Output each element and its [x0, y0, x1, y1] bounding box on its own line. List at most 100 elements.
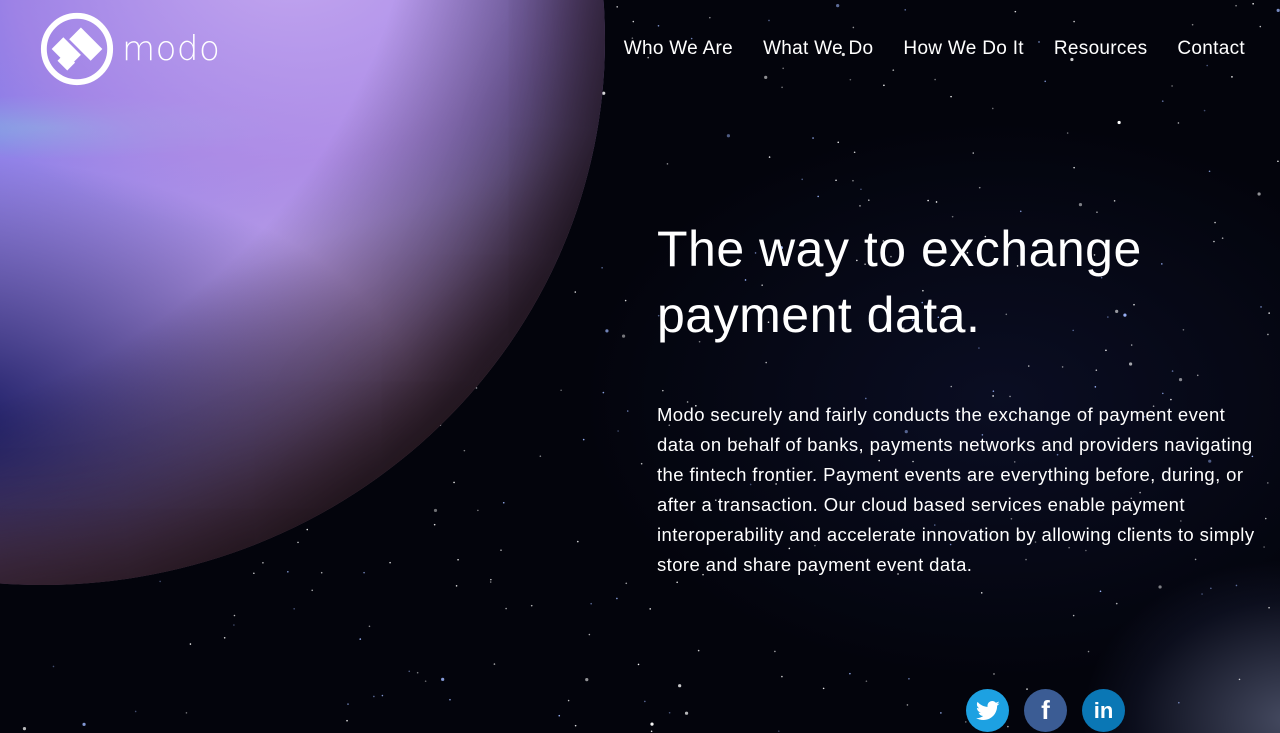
- star: [408, 670, 411, 673]
- star: [601, 267, 603, 269]
- star: [812, 137, 814, 139]
- linkedin-link[interactable]: in: [1082, 689, 1125, 732]
- nav-resources[interactable]: Resources: [1054, 38, 1148, 60]
- star: [363, 571, 365, 574]
- facebook-link[interactable]: f: [1024, 689, 1067, 732]
- star: [1014, 10, 1017, 13]
- star: [457, 558, 459, 561]
- star: [765, 361, 767, 364]
- star: [709, 16, 711, 19]
- star: [768, 156, 771, 158]
- star: [625, 582, 628, 585]
- star: [1260, 306, 1262, 308]
- star: [883, 84, 885, 87]
- star: [52, 665, 55, 668]
- twitter-icon: [975, 700, 1000, 720]
- star: [992, 390, 995, 393]
- star: [477, 509, 479, 512]
- star: [539, 455, 542, 458]
- star: [993, 673, 995, 675]
- nav-contact[interactable]: Contact: [1177, 38, 1245, 60]
- star: [859, 205, 861, 207]
- star: [726, 134, 731, 138]
- star: [567, 699, 570, 702]
- hero-title: The way to exchange payment data.: [657, 216, 1257, 348]
- star: [849, 78, 852, 81]
- star: [1073, 166, 1075, 169]
- star: [185, 712, 188, 714]
- star: [1158, 585, 1162, 589]
- star: [373, 695, 375, 698]
- star: [1210, 587, 1212, 590]
- star: [632, 20, 635, 23]
- hero-title-line-2: payment data.: [657, 287, 981, 343]
- star: [433, 523, 436, 526]
- star: [1191, 23, 1194, 26]
- star: [836, 4, 840, 8]
- star: [835, 179, 837, 182]
- star: [668, 711, 671, 714]
- modo-logo-icon: [40, 12, 114, 86]
- star: [640, 462, 643, 465]
- star: [777, 730, 780, 732]
- star: [560, 389, 562, 392]
- star: [764, 75, 768, 79]
- star: [852, 26, 855, 29]
- star: [293, 607, 295, 610]
- star: [1268, 606, 1270, 609]
- star: [490, 578, 492, 581]
- star: [389, 561, 391, 564]
- star: [424, 680, 427, 683]
- star: [558, 714, 561, 717]
- star: [781, 86, 783, 89]
- star: [837, 141, 840, 144]
- star: [505, 607, 507, 610]
- star: [676, 581, 678, 584]
- twitter-link[interactable]: [966, 689, 1009, 732]
- star: [433, 508, 438, 513]
- star: [978, 186, 981, 189]
- star: [972, 152, 975, 154]
- star: [853, 151, 856, 154]
- star: [455, 585, 458, 587]
- star: [223, 637, 226, 639]
- star: [904, 9, 907, 11]
- star: [1276, 8, 1280, 12]
- star: [1196, 374, 1199, 377]
- star: [489, 581, 492, 583]
- nav-how-we-do-it[interactable]: How We Do It: [903, 38, 1023, 60]
- star: [189, 643, 192, 645]
- nav-what-we-do[interactable]: What We Do: [763, 38, 873, 60]
- star: [1128, 362, 1133, 366]
- star: [950, 95, 952, 98]
- star: [1044, 80, 1047, 83]
- star: [574, 291, 577, 293]
- star: [908, 678, 910, 680]
- hero-description: Modo securely and fairly conducts the ex…: [657, 404, 1255, 575]
- star: [980, 592, 983, 594]
- star: [940, 712, 942, 714]
- star: [311, 589, 314, 592]
- star: [650, 722, 654, 726]
- star: [1231, 76, 1233, 78]
- star: [1178, 378, 1183, 382]
- home-logo-link[interactable]: modo: [38, 10, 220, 88]
- star: [588, 633, 591, 636]
- star: [1099, 590, 1102, 593]
- star: [359, 638, 362, 640]
- nav-who-we-are[interactable]: Who We Are: [624, 38, 733, 60]
- star: [253, 572, 255, 575]
- star: [950, 385, 953, 388]
- star: [860, 188, 862, 191]
- star: [1115, 602, 1118, 605]
- star: [1267, 482, 1269, 484]
- star: [1201, 593, 1203, 595]
- star: [22, 727, 27, 731]
- star: [927, 199, 929, 202]
- star: [624, 299, 627, 302]
- star: [617, 430, 619, 432]
- star: [626, 410, 629, 412]
- star: [1264, 517, 1267, 520]
- star: [992, 395, 994, 397]
- star: [621, 334, 626, 338]
